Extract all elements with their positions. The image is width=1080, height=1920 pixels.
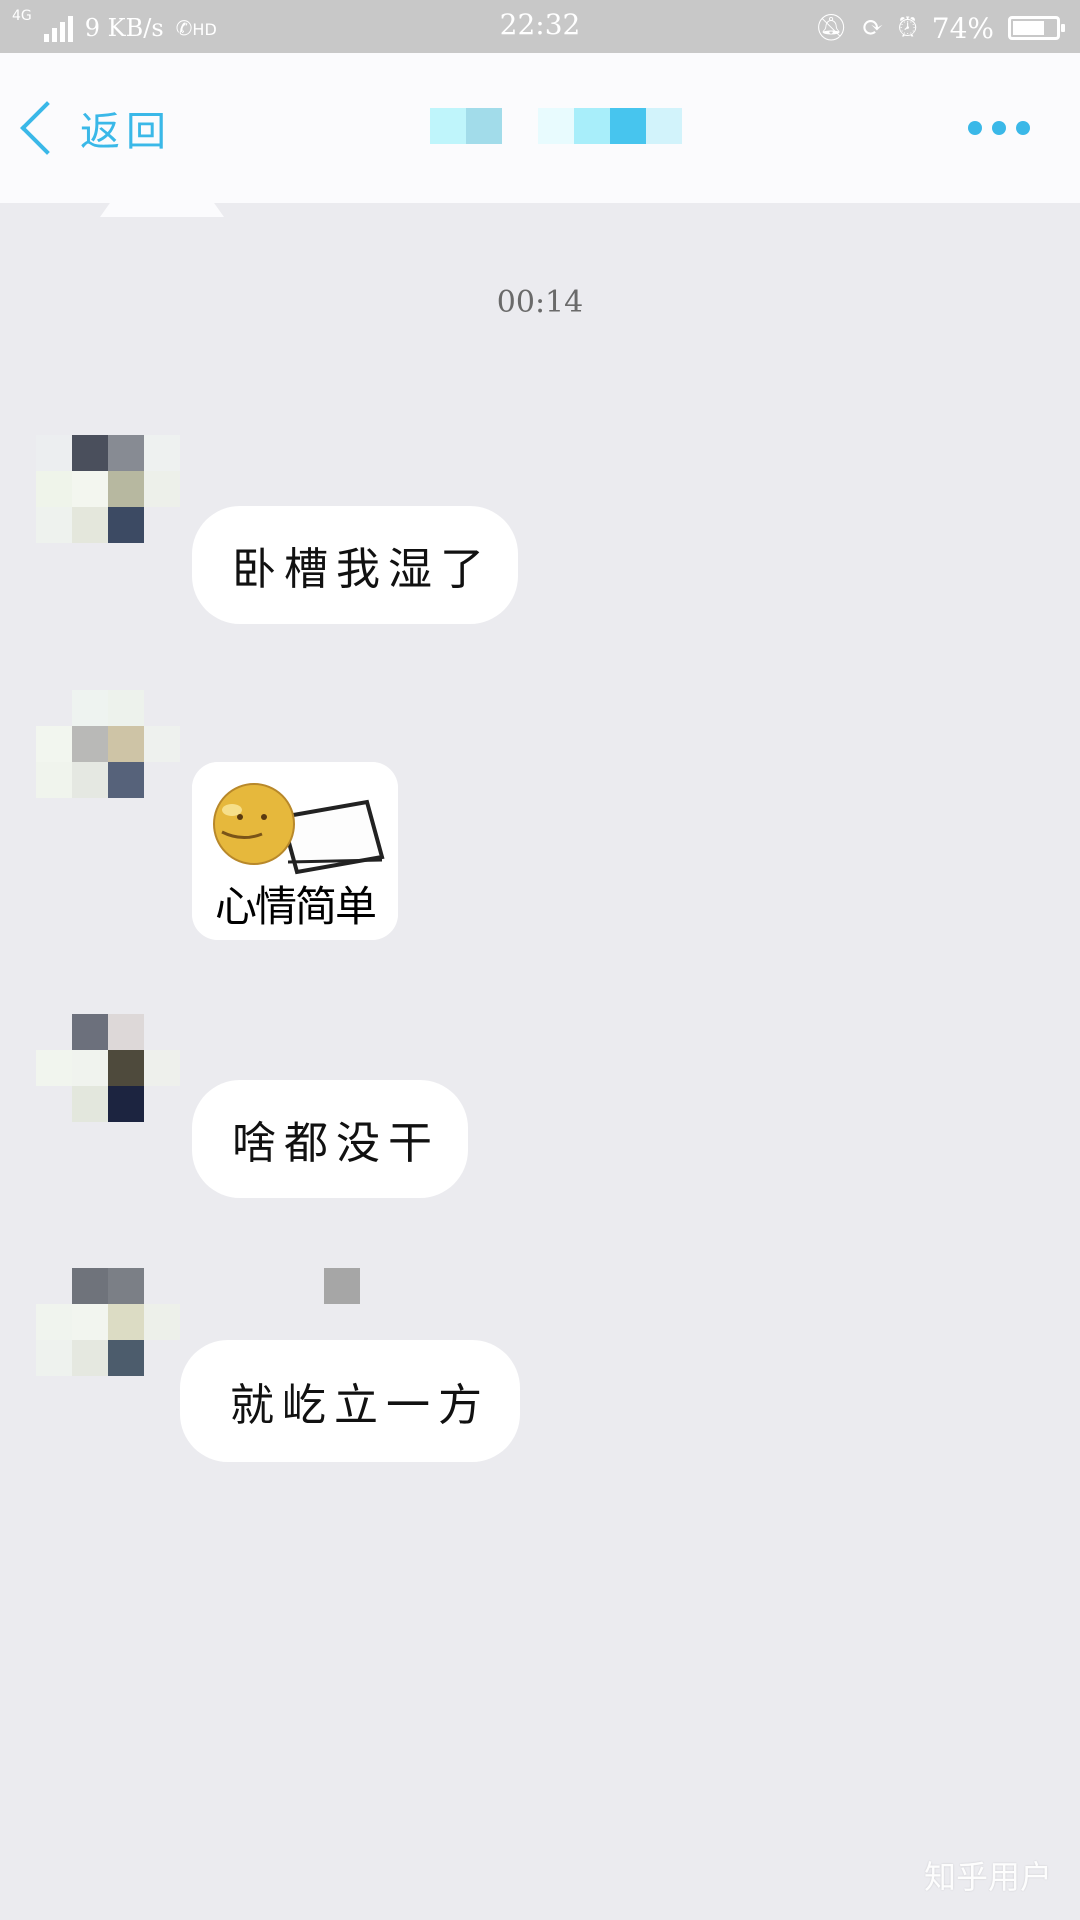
- sticker-caption: 心情简单: [214, 882, 377, 931]
- status-bar: 4G 9 KB/s ✆HD 22:32 🔕︎ ⟳ ⏰︎ 74%: [0, 0, 1080, 53]
- avatar[interactable]: [36, 1268, 180, 1376]
- back-label: 返回: [80, 109, 172, 155]
- avatar[interactable]: [36, 1014, 180, 1122]
- avatar[interactable]: [36, 435, 180, 543]
- title-bar: 返回: [0, 53, 1080, 203]
- sender-name-pixelated: [324, 1268, 360, 1304]
- chevron-left-icon: [20, 101, 74, 155]
- rotation-lock-icon: ⟳: [861, 13, 884, 43]
- message-timestamp: 00:14: [496, 285, 584, 320]
- watermark: 知乎用户: [923, 1858, 1052, 1896]
- message-text: 啥都没干: [232, 1118, 440, 1169]
- battery-fill: [1013, 21, 1044, 35]
- back-button[interactable]: 返回: [14, 93, 172, 163]
- message-bubble[interactable]: 卧槽我湿了: [192, 506, 518, 624]
- message-text: 就屹立一方: [230, 1380, 490, 1431]
- header-notch: [100, 203, 224, 217]
- battery-percent: 74%: [931, 11, 994, 45]
- more-dots-icon[interactable]: [968, 121, 1030, 135]
- mute-bell-icon: 🔕︎: [814, 13, 848, 43]
- message-text: 卧槽我湿了: [232, 544, 492, 595]
- sticker-message[interactable]: 心情简单: [192, 762, 398, 940]
- battery-icon: [1008, 16, 1065, 40]
- status-right: 🔕︎ ⟳ ⏰︎ 74%: [814, 8, 1065, 48]
- avatar[interactable]: [36, 690, 180, 798]
- message-bubble[interactable]: 就屹立一方: [180, 1340, 520, 1462]
- message-bubble[interactable]: 啥都没干: [192, 1080, 468, 1198]
- contact-name-pixelated: [430, 108, 682, 144]
- alarm-clock-icon: ⏰︎: [897, 12, 918, 43]
